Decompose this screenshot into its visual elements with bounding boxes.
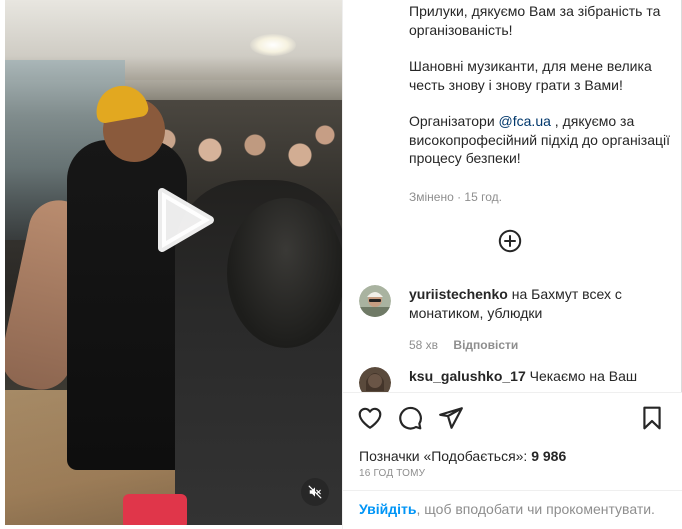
save-button[interactable] [639, 405, 665, 431]
comment-body: ksu_galushko_17 Чекаємо на Ваш [409, 367, 667, 386]
comment-meta: 58 хв Відповісти [409, 336, 667, 355]
caption-paragraph-1: Прилуки, дякуємо Вам за зібраність та ор… [409, 3, 661, 38]
play-icon [158, 188, 214, 252]
heart-icon [358, 407, 382, 429]
mention-link[interactable]: @fca.ua [499, 113, 551, 129]
video-ceiling-light [250, 34, 296, 56]
send-icon [439, 407, 463, 429]
edited-timestamp: Змінено · 15 год. [409, 190, 502, 204]
post-time: 16 ГОД ТОМУ [359, 468, 426, 479]
plus-circle-icon [498, 229, 522, 253]
caption-paragraph-2: Шановні музиканти, для мене велика честь… [409, 58, 652, 93]
likes-count[interactable]: Позначки «Подобається»: 9 986 [359, 448, 566, 464]
likes-number: 9 986 [531, 448, 567, 464]
login-prompt-text: , щоб вподобати чи прокоментувати. [416, 501, 655, 517]
play-button[interactable] [148, 184, 220, 256]
muted-speaker-icon [308, 485, 322, 499]
reply-button[interactable]: Відповісти [453, 338, 518, 352]
avatar[interactable] [359, 285, 391, 317]
comment-username[interactable]: yuriistechenko [409, 286, 508, 302]
comment-time: 58 хв [409, 338, 439, 352]
bookmark-icon [643, 406, 661, 430]
share-button[interactable] [438, 405, 464, 431]
caption-paragraph-3: Організатори @fca.ua , дякуємо за високо… [409, 112, 671, 168]
comment-body: yuriistechenko на Бахмут всех с монатико… [409, 285, 667, 355]
action-bar: Позначки «Подобається»: 9 986 16 ГОД ТОМ… [343, 392, 682, 529]
caption-text: Організатори [409, 113, 499, 129]
video-red-phone [123, 494, 187, 525]
post-details-panel: Прилуки, дякуємо Вам за зібраність та ор… [342, 0, 682, 529]
login-link[interactable]: Увійдіть [359, 501, 417, 517]
comment-username[interactable]: ksu_galushko_17 [409, 368, 526, 384]
video-foreground-head [227, 198, 342, 348]
post-caption: Прилуки, дякуємо Вам за зібраність та ор… [409, 2, 671, 186]
like-button[interactable] [357, 405, 383, 431]
likes-label: Позначки «Подобається»: [359, 448, 532, 464]
post-video[interactable] [5, 0, 342, 525]
mute-button[interactable] [301, 478, 329, 506]
comment-text: Чекаємо на Ваш [525, 368, 638, 384]
load-more-comments-button[interactable] [498, 229, 522, 253]
comment-button[interactable] [397, 405, 423, 431]
login-prompt: Увійдіть, щоб вподобати чи прокоментуват… [343, 490, 682, 526]
post-dialog: Прилуки, дякуємо Вам за зібраність та ор… [0, 0, 682, 529]
comment-icon [399, 406, 422, 430]
